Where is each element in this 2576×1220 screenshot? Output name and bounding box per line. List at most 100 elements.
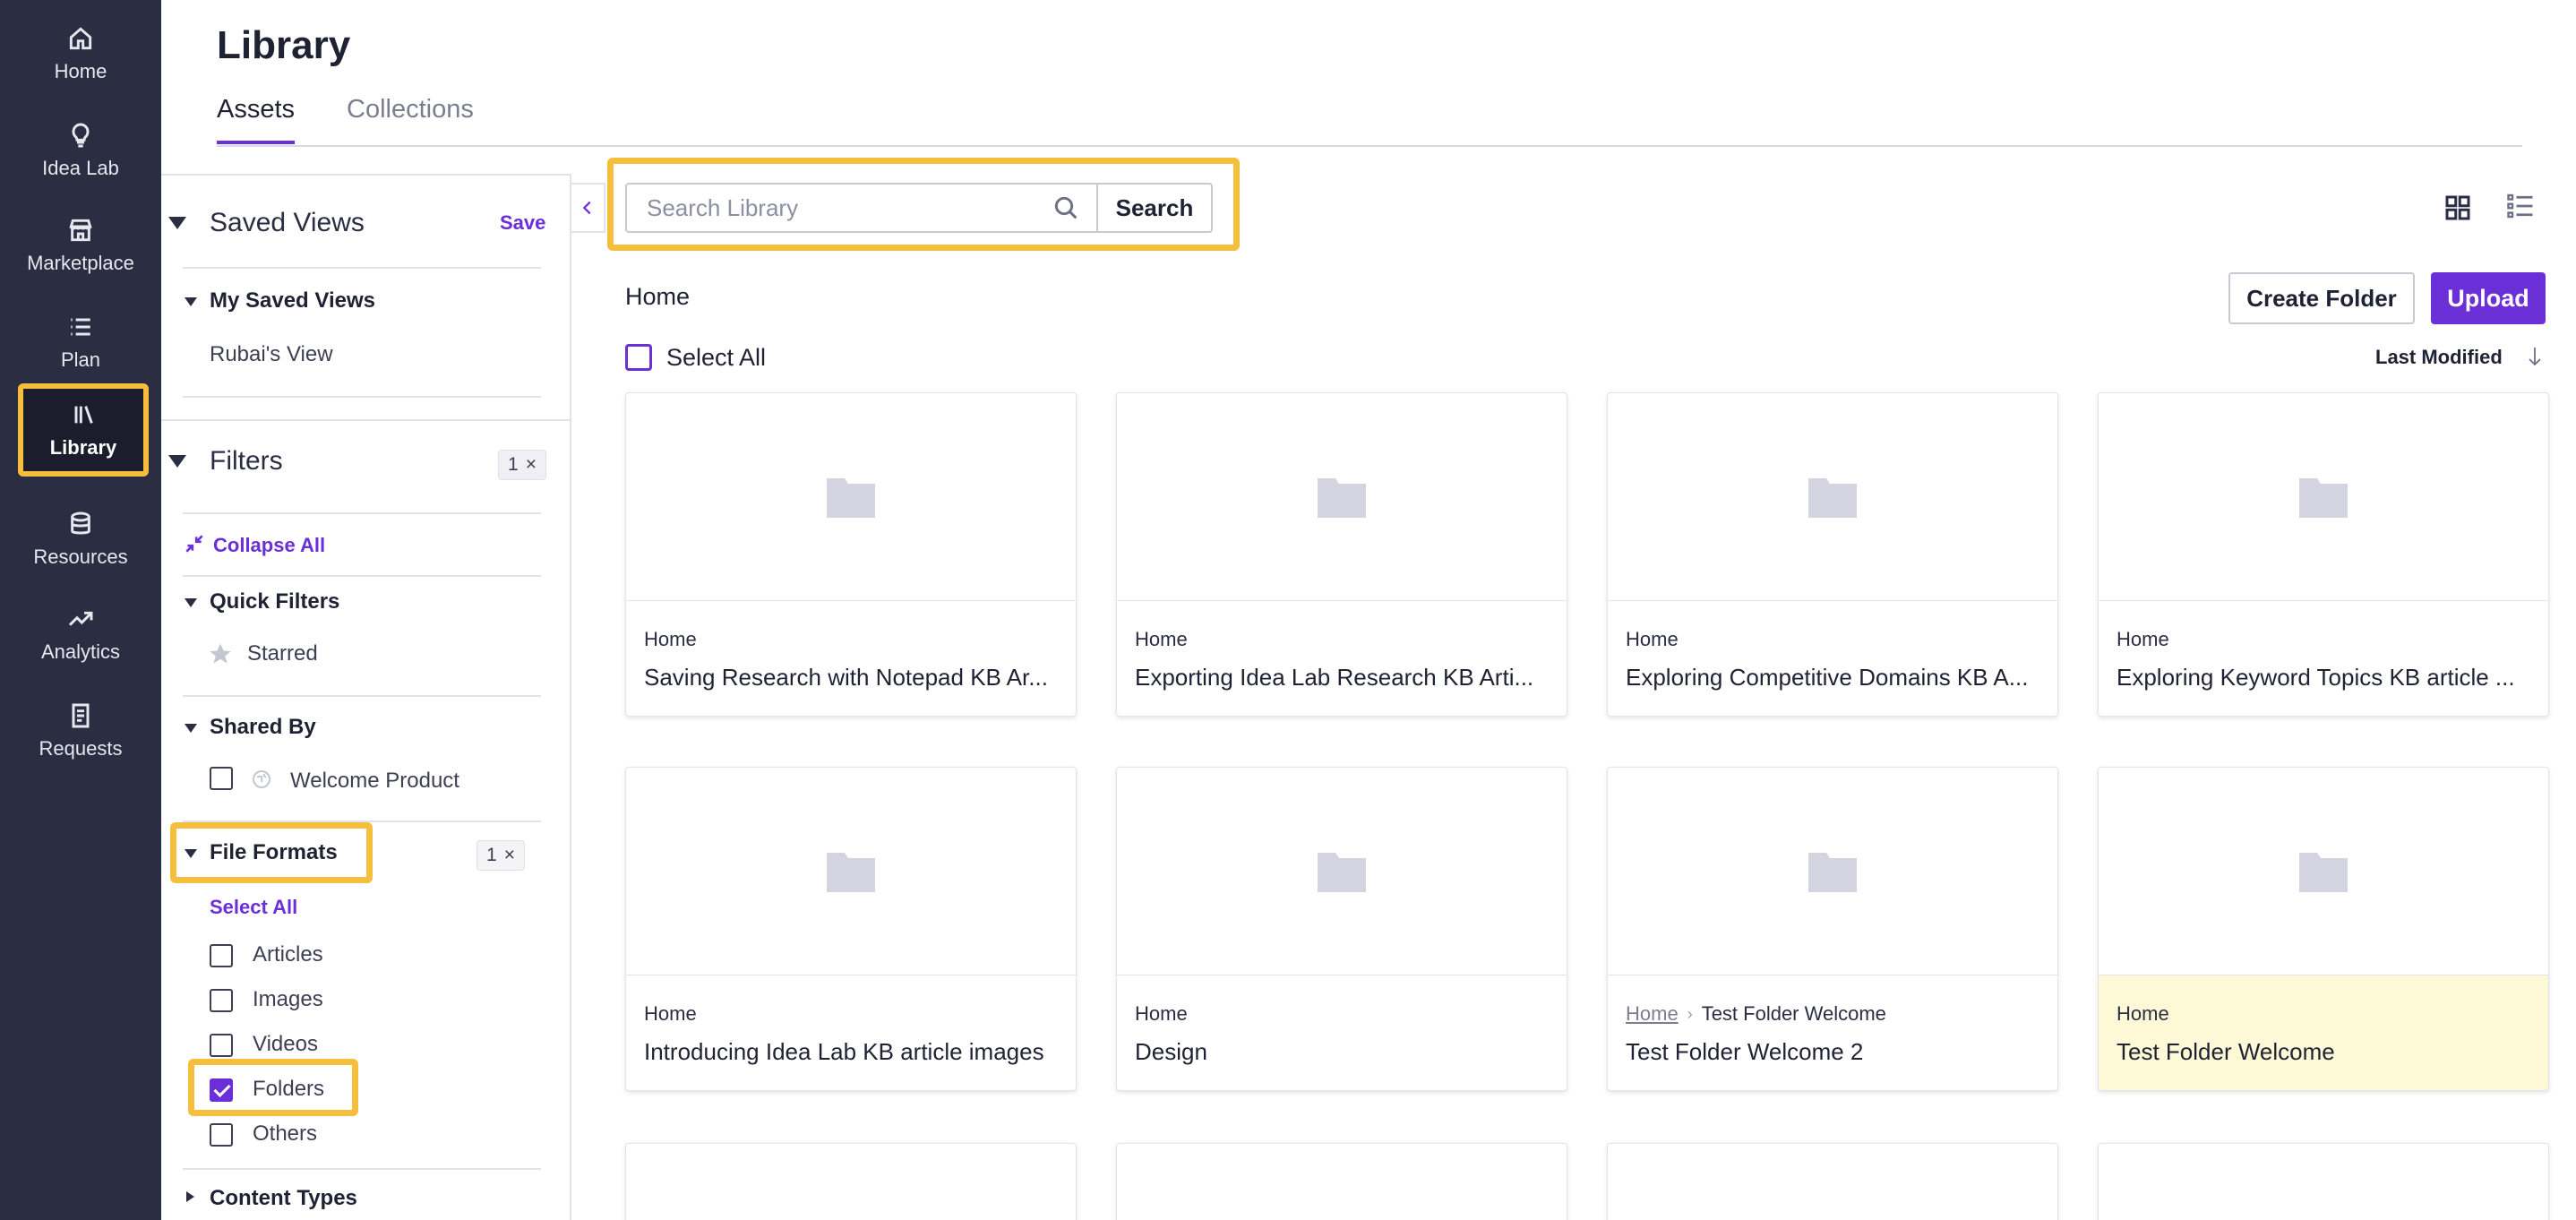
nav-item-idea-lab[interactable]: Idea Lab	[0, 106, 161, 195]
file-formats-count-chip[interactable]: 1 ×	[477, 840, 525, 871]
search-input[interactable]	[625, 183, 1098, 233]
card-title[interactable]: Design	[1135, 1038, 1550, 1066]
caret-down-icon[interactable]	[168, 455, 186, 468]
asset-card[interactable]: Home Introducing Idea Lab KB article imag…	[625, 767, 1077, 1091]
nav-item-marketplace[interactable]: Marketplace	[0, 201, 161, 290]
file-formats-title: File Formats	[210, 840, 338, 864]
card-meta: Home Exploring Competitive Domains KB A..…	[1608, 601, 2057, 716]
card-title[interactable]: Introducing Idea Lab KB article images	[644, 1038, 1060, 1066]
list-view-icon[interactable]	[2504, 190, 2537, 222]
caret-down-icon[interactable]	[185, 849, 197, 858]
nav-item-library[interactable]: Library	[18, 383, 149, 477]
sort-arrow-down-icon[interactable]	[2526, 344, 2544, 369]
asset-card[interactable]: Home › Test Folder Welcome Test Folder Welc…	[1607, 767, 2058, 1091]
tab-assets[interactable]: Assets	[217, 95, 296, 144]
asset-card[interactable]	[625, 1143, 1077, 1220]
quick-filter-starred[interactable]: Starred	[247, 641, 318, 666]
checkbox-folders[interactable]	[210, 1078, 233, 1102]
tab-collections[interactable]: Collections	[347, 95, 474, 144]
asset-card[interactable]	[1116, 1143, 1567, 1220]
search-icon[interactable]	[1052, 193, 1080, 222]
select-all-label[interactable]: Select All	[666, 344, 766, 372]
asset-card[interactable]	[2098, 1143, 2549, 1220]
card-thumbnail	[2099, 393, 2548, 601]
chevron-right-icon: ›	[1687, 1004, 1693, 1023]
clear-icon[interactable]: ×	[504, 845, 515, 866]
card-thumbnail	[1608, 768, 2057, 975]
caret-down-icon[interactable]	[185, 598, 197, 607]
card-meta: Home Design	[1117, 975, 1567, 1090]
caret-down-icon[interactable]	[168, 217, 186, 229]
checkbox-articles[interactable]	[210, 944, 233, 967]
card-title[interactable]: Exploring Competitive Domains KB A...	[1626, 664, 2041, 692]
file-formats-select-all[interactable]: Select All	[210, 896, 297, 919]
checkbox-others[interactable]	[210, 1123, 233, 1147]
card-breadcrumb-segment: Home	[2117, 628, 2169, 650]
breadcrumb[interactable]: Home	[625, 283, 690, 311]
nav-item-resources[interactable]: Resources	[0, 494, 161, 584]
star-icon[interactable]	[208, 641, 233, 666]
checkbox-images[interactable]	[210, 989, 233, 1012]
globe-icon	[253, 770, 270, 788]
nav-item-analytics[interactable]: Analytics	[0, 589, 161, 679]
caret-down-icon[interactable]	[185, 724, 197, 733]
shared-by-checkbox[interactable]	[210, 767, 233, 790]
nav-item-label: Marketplace	[27, 252, 134, 274]
asset-card[interactable]: Home Exporting Idea Lab Research KB Arti.…	[1116, 392, 1567, 717]
select-all-checkbox[interactable]	[625, 344, 652, 371]
card-thumbnail	[1117, 768, 1567, 975]
caret-right-icon[interactable]	[186, 1191, 194, 1202]
card-thumbnail	[626, 393, 1076, 601]
save-view-button[interactable]: Save	[500, 211, 545, 235]
checkbox-videos[interactable]	[210, 1034, 233, 1057]
asset-card[interactable]: Home Design	[1116, 767, 1567, 1091]
divider	[183, 267, 541, 269]
asset-card[interactable]: Home Exploring Keyword Topics KB article …	[2098, 392, 2549, 717]
nav-item-plan[interactable]: Plan	[0, 297, 161, 387]
saved-view-item[interactable]: Rubai's View	[210, 342, 333, 367]
nav-item-label: Plan	[60, 348, 101, 371]
card-title[interactable]: Test Folder Welcome	[2117, 1038, 2532, 1066]
card-breadcrumb-segment[interactable]: Home	[1626, 1002, 1679, 1026]
file-format-articles[interactable]: Articles	[253, 942, 323, 967]
card-meta: Home › Test Folder Welcome Test Folder Welc…	[1608, 975, 2057, 1090]
card-title[interactable]: Exporting Idea Lab Research KB Arti...	[1135, 664, 1550, 692]
asset-card[interactable]	[1607, 1143, 2058, 1220]
caret-down-icon[interactable]	[185, 297, 197, 306]
store-icon	[69, 219, 92, 242]
content-types-title: Content Types	[210, 1186, 357, 1210]
shared-by-welcome-product[interactable]: Welcome Product	[290, 769, 459, 794]
file-format-videos[interactable]: Videos	[253, 1032, 318, 1057]
folder-icon	[1808, 477, 1857, 518]
grid-view-icon[interactable]	[2442, 192, 2474, 224]
create-folder-button[interactable]: Create Folder	[2228, 272, 2415, 324]
asset-card[interactable]: Home Test Folder Welcome	[2098, 767, 2549, 1091]
card-title[interactable]: Exploring Keyword Topics KB article ...	[2117, 664, 2532, 692]
card-breadcrumb-segment: Home	[2117, 1002, 2169, 1025]
filters-count-chip[interactable]: 1 ×	[498, 450, 546, 480]
clear-icon[interactable]: ×	[526, 454, 537, 476]
card-title[interactable]: Saving Research with Notepad KB Ar...	[644, 664, 1060, 692]
card-breadcrumb: Home	[2117, 1002, 2169, 1026]
asset-card[interactable]: Home Exploring Competitive Domains KB A..…	[1607, 392, 2058, 717]
nav-item-label: Library	[49, 436, 117, 459]
asset-card[interactable]: Home Saving Research with Notepad KB Ar..…	[625, 392, 1077, 717]
collapse-all-button[interactable]: Collapse All	[213, 534, 325, 557]
filters-title: Filters	[210, 446, 283, 476]
filter-panel: Saved Views Save My Saved Views Rubai's …	[161, 174, 571, 1220]
card-meta: Home Introducing Idea Lab KB article imag…	[626, 975, 1076, 1090]
nav-item-requests[interactable]: Requests	[0, 686, 161, 776]
file-format-others[interactable]: Others	[253, 1121, 317, 1147]
nav-item-home[interactable]: Home	[0, 9, 161, 99]
tab-bar: Assets Collections	[217, 95, 526, 144]
collapse-panel-button[interactable]	[570, 183, 605, 233]
card-meta: Home Saving Research with Notepad KB Ar..…	[626, 601, 1076, 716]
sort-dropdown[interactable]: Last Modified	[2375, 346, 2503, 369]
upload-button[interactable]: Upload	[2431, 272, 2546, 324]
search-button[interactable]: Search	[1096, 183, 1213, 233]
file-format-images[interactable]: Images	[253, 987, 323, 1012]
quick-filters-title: Quick Filters	[210, 589, 340, 614]
file-format-folders[interactable]: Folders	[253, 1077, 324, 1102]
card-breadcrumb: Home	[1135, 1002, 1188, 1026]
card-title[interactable]: Test Folder Welcome 2	[1626, 1038, 2041, 1066]
